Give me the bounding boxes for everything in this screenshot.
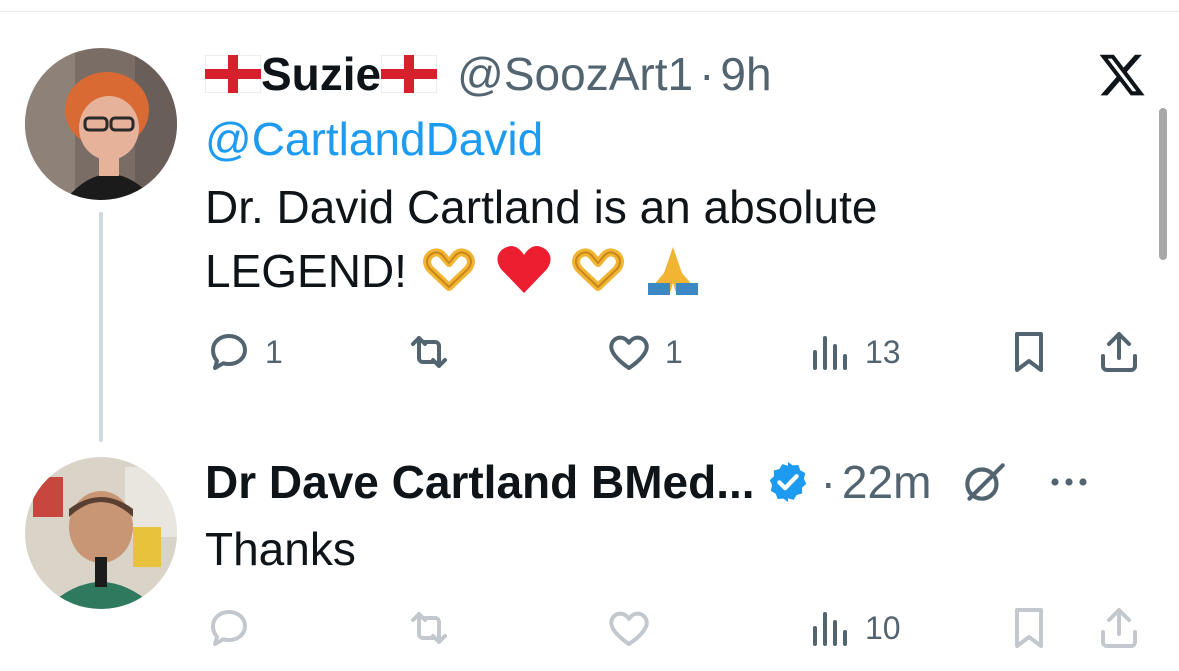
reply-count: 1 xyxy=(265,333,283,370)
bookmark-button[interactable] xyxy=(1005,604,1053,652)
heart-hands-emoji-icon xyxy=(422,248,475,291)
like-count: 1 xyxy=(665,333,683,370)
bookmark-icon xyxy=(1015,608,1043,648)
like-button[interactable] xyxy=(605,604,665,652)
retweet-icon xyxy=(411,336,447,368)
avatar-dave[interactable] xyxy=(25,457,177,609)
tweet-text-legend: LEGEND! xyxy=(205,245,407,297)
share-button[interactable] xyxy=(1095,328,1143,376)
tweet-actions: 10 xyxy=(205,604,1155,660)
heart-hands-emoji-icon xyxy=(572,248,625,291)
handle[interactable]: @SoozArt1 xyxy=(457,47,693,101)
england-flag-icon xyxy=(381,55,438,93)
tweet-header: Suzie @SoozArt1 · 9h xyxy=(205,44,772,104)
tweet-text-line-2: LEGEND! xyxy=(205,240,706,302)
views-button[interactable]: 10 xyxy=(805,604,901,652)
tweet-suzie[interactable]: Suzie @SoozArt1 · 9h @CartlandDavid Dr. … xyxy=(205,0,1179,420)
retweet-button[interactable] xyxy=(405,604,465,652)
views-icon xyxy=(813,612,847,646)
reply-button[interactable]: 1 xyxy=(205,328,283,376)
like-icon xyxy=(609,611,649,646)
england-flag-icon xyxy=(205,55,261,93)
thread-connector-line xyxy=(99,212,103,442)
tweet-actions: 1 1 13 xyxy=(205,328,1155,384)
timestamp[interactable]: 22m xyxy=(842,455,931,509)
retweet-icon xyxy=(411,612,447,644)
views-count: 13 xyxy=(865,333,901,370)
like-button[interactable]: 1 xyxy=(605,328,683,376)
share-icon xyxy=(1101,608,1137,648)
timestamp[interactable]: 9h xyxy=(720,47,771,101)
red-heart-emoji-icon xyxy=(496,246,551,293)
more-icon[interactable] xyxy=(1045,458,1093,506)
bookmark-icon xyxy=(1015,332,1043,372)
tweet-text: Thanks xyxy=(205,523,356,575)
separator-dot: · xyxy=(699,48,715,100)
separator-dot: · xyxy=(820,456,836,508)
tweet-dave[interactable]: Dr Dave Cartland BMed... · 22m Thanks 10 xyxy=(205,440,1179,671)
reply-icon xyxy=(211,334,247,370)
views-button[interactable]: 13 xyxy=(805,328,901,376)
reply-icon xyxy=(211,610,247,646)
share-button[interactable] xyxy=(1095,604,1143,652)
folded-hands-emoji-icon xyxy=(648,247,699,295)
display-name[interactable]: Dr Dave Cartland BMed... xyxy=(205,455,755,509)
verified-badge-icon[interactable] xyxy=(765,459,811,505)
tweet-header: Dr Dave Cartland BMed... · 22m xyxy=(205,452,1093,512)
avatar-suzie[interactable] xyxy=(25,48,177,200)
reply-button[interactable] xyxy=(205,604,265,652)
mention-link[interactable]: @CartlandDavid xyxy=(205,112,543,166)
share-icon xyxy=(1101,332,1137,372)
like-icon xyxy=(609,335,649,370)
grok-icon[interactable] xyxy=(959,457,1009,507)
retweet-button[interactable] xyxy=(405,328,465,376)
bookmark-button[interactable] xyxy=(1005,328,1053,376)
display-name[interactable]: Suzie xyxy=(261,47,381,101)
x-logo-icon[interactable] xyxy=(1095,50,1149,100)
tweet-text-line-1: Dr. David Cartland is an absolute xyxy=(205,181,878,233)
views-count: 10 xyxy=(865,609,901,646)
views-icon xyxy=(813,336,847,370)
